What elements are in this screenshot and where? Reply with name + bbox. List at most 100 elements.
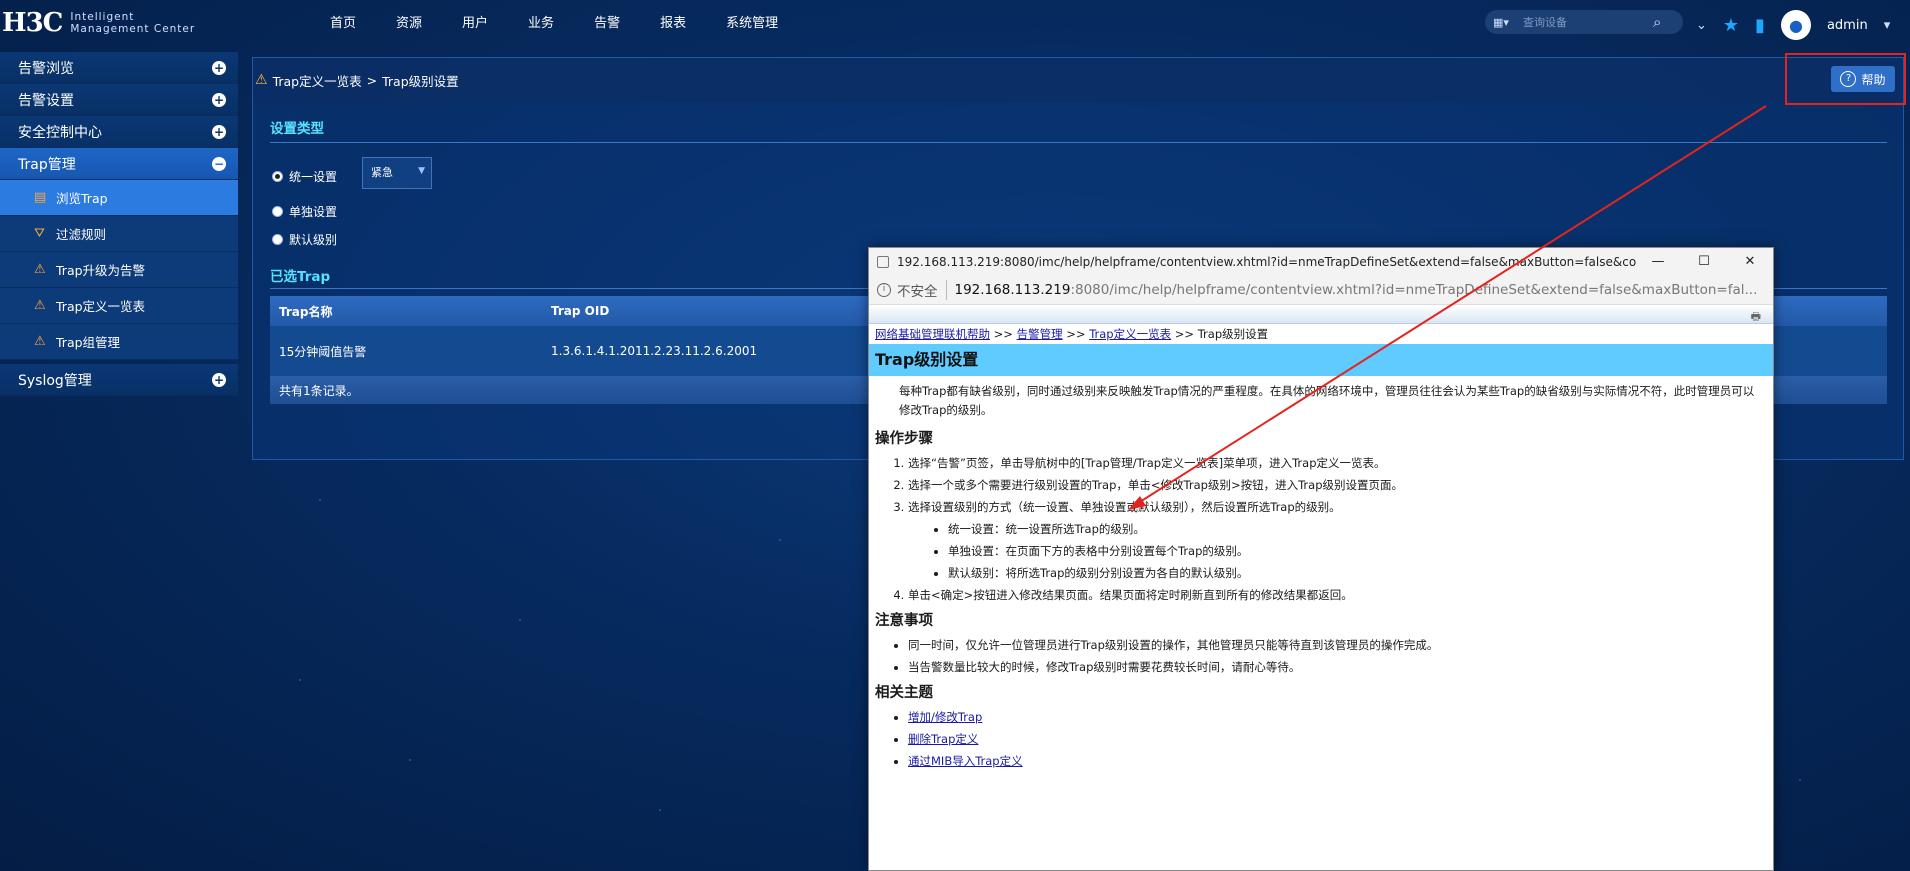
help-crumb-current: Trap级别设置 <box>1197 327 1269 341</box>
sidebar-item-browse-trap[interactable]: ▤ 浏览Trap <box>0 180 238 216</box>
nav-service[interactable]: 业务 <box>508 12 574 31</box>
sidebar-item-filter-rules[interactable]: ⛛ 过滤规则 <box>0 216 238 252</box>
expand-icon[interactable]: + <box>212 372 226 387</box>
selected-trap-title: 已选Trap <box>270 269 331 285</box>
sidebar-item-trap-definitions[interactable]: ⚠ Trap定义一览表 <box>0 288 238 324</box>
sidebar-group-label: 告警浏览 <box>18 60 74 77</box>
related-link[interactable]: 通过MIB导入Trap定义 <box>908 754 1023 768</box>
radio-individual[interactable]: 单独设置 <box>272 203 337 220</box>
help-crumb-link[interactable]: 网络基础管理联机帮助 <box>875 327 990 341</box>
warning-icon: ⚠ <box>255 72 268 88</box>
search-icon[interactable]: ⌕ <box>1653 13 1661 31</box>
user-name[interactable]: admin <box>1827 18 1868 33</box>
level-select[interactable]: 紧急 ▼ <box>362 157 432 189</box>
breadcrumb-sep: > <box>366 72 378 88</box>
sidebar-item-label: 过滤规则 <box>56 227 107 242</box>
url-host: 192.168.113.219 <box>954 281 1071 298</box>
address-bar[interactable]: i 不安全 192.168.113.219 :8080/imc/help/hel… <box>869 275 1773 305</box>
list-item: 通过MIB导入Trap定义 <box>908 750 1767 772</box>
related-list: 增加/修改Trap 删除Trap定义 通过MIB导入Trap定义 <box>875 706 1767 772</box>
sidebar-group-label: 告警设置 <box>18 92 74 109</box>
sub-steps-list: 统一设置：统一设置所选Trap的级别。 单独设置：在页面下方的表格中分别设置每个… <box>908 518 1767 584</box>
steps-heading: 操作步骤 <box>875 431 933 447</box>
list-item: 统一设置：统一设置所选Trap的级别。 <box>948 518 1767 540</box>
nav-alarm[interactable]: 告警 <box>574 12 640 31</box>
expand-icon[interactable]: + <box>212 92 226 107</box>
star-icon[interactable]: ★ <box>1723 15 1739 36</box>
sidebar-group-syslog[interactable]: Syslog管理 + <box>0 364 238 396</box>
list-item: 选择“告警”页签，单击导航树中的[Trap管理/Trap定义一览表]菜单项，进入… <box>908 452 1767 474</box>
user-menu-chevron-icon[interactable]: ▾ <box>1884 18 1891 33</box>
list-item: 当告警数量比较大的时候，修改Trap级别时需要花费较长时间，请耐心等待。 <box>908 656 1767 678</box>
trap-submenu: ▤ 浏览Trap ⛛ 过滤规则 ⚠ Trap升级为告警 ⚠ Trap定义一览表 … <box>0 180 238 360</box>
help-intro: 每种Trap都有缺省级别，同时通过级别来反映触发Trap情况的严重程度。在具体的… <box>899 384 1755 417</box>
radio-label: 默认级别 <box>289 233 338 247</box>
list-item: 同一时间，仅允许一位管理员进行Trap级别设置的操作，其他管理员只能等待直到该管… <box>908 634 1767 656</box>
settings-section-title: 设置类型 <box>270 121 324 137</box>
close-icon[interactable]: ✕ <box>1727 248 1773 275</box>
expand-icon[interactable]: + <box>212 60 226 75</box>
sidebar-item-label: Trap定义一览表 <box>56 299 146 314</box>
minimize-icon[interactable]: — <box>1635 248 1681 275</box>
popup-title-bar: 192.168.113.219:8080/imc/help/helpframe/… <box>869 248 1773 275</box>
column-header-name[interactable]: Trap名称 <box>270 303 551 320</box>
nav-resource[interactable]: 资源 <box>376 12 442 31</box>
chevron-down-icon: ▼ <box>418 166 425 176</box>
collapse-icon[interactable]: − <box>212 156 226 171</box>
nav-user[interactable]: 用户 <box>442 12 508 31</box>
help-breadcrumb: 网络基础管理联机帮助 >> 告警管理 >> Trap定义一览表 >> Trap级… <box>875 324 1767 344</box>
logo[interactable]: H3C Intelligent Management Center <box>2 8 195 38</box>
related-link[interactable]: 删除Trap定义 <box>908 732 978 746</box>
chevron-down-icon[interactable]: ⌄ <box>1696 18 1707 33</box>
sidebar-item-trap-upgrade[interactable]: ⚠ Trap升级为告警 <box>0 252 238 288</box>
divider <box>270 142 1887 143</box>
maximize-icon[interactable]: ☐ <box>1681 248 1727 275</box>
avatar[interactable]: ● <box>1780 10 1811 40</box>
crumb-sep: >> <box>993 327 1013 341</box>
sidebar-group-security-center[interactable]: 安全控制中心 + <box>0 116 238 148</box>
panel-header: ⚠ Trap定义一览表 > Trap级别设置 ? 帮助 <box>253 58 1903 102</box>
popup-title-text: 192.168.113.219:8080/imc/help/helpframe/… <box>897 254 1637 269</box>
sidebar-item-label: Trap升级为告警 <box>56 263 146 278</box>
radio-unified[interactable]: 统一设置 <box>272 168 337 185</box>
nav-report[interactable]: 报表 <box>640 12 706 31</box>
help-crumb-link[interactable]: Trap定义一览表 <box>1089 327 1171 341</box>
step-text: 选择设置级别的方式（统一设置、单独设置或默认级别），然后设置所选Trap的级别。 <box>908 500 1341 514</box>
level-select-value: 紧急 <box>371 166 393 179</box>
breadcrumb-current: Trap级别设置 <box>382 73 459 89</box>
insecure-label[interactable]: 不安全 <box>897 279 947 300</box>
device-type-icon[interactable]: ▦▾ <box>1493 16 1523 29</box>
popup-toolbar: 🖶 <box>869 305 1773 324</box>
sidebar-item-label: Trap组管理 <box>56 335 121 350</box>
nav-system[interactable]: 系统管理 <box>706 12 798 31</box>
logo-line1: Intelligent <box>70 11 135 23</box>
group-icon: ⚠ <box>34 334 46 349</box>
related-heading: 相关主题 <box>875 685 933 701</box>
help-crumb-link[interactable]: 告警管理 <box>1017 327 1063 341</box>
help-content: 网络基础管理联机帮助 >> 告警管理 >> Trap定义一览表 >> Trap级… <box>869 324 1773 772</box>
bookmark-icon[interactable]: ▮ <box>1755 15 1765 36</box>
annotation-highlight-box <box>1785 53 1906 105</box>
sidebar-group-trap[interactable]: Trap管理 − <box>0 148 238 180</box>
expand-icon[interactable]: + <box>212 124 226 139</box>
search-input[interactable] <box>1523 15 1653 29</box>
radio-dot[interactable] <box>272 234 283 245</box>
sidebar-group-alarm-settings[interactable]: 告警设置 + <box>0 84 238 116</box>
sidebar-group-alarm-browse[interactable]: 告警浏览 + <box>0 52 238 84</box>
related-link[interactable]: 增加/修改Trap <box>908 710 982 724</box>
breadcrumb: ⚠ Trap定义一览表 > Trap级别设置 <box>255 71 459 90</box>
top-icons: ⌄ ★ ▮ ● admin ▾ <box>1696 10 1890 40</box>
nav-home[interactable]: 首页 <box>310 12 376 31</box>
radio-default[interactable]: 默认级别 <box>272 231 337 248</box>
radio-dot[interactable] <box>272 206 283 217</box>
breadcrumb-parent[interactable]: Trap定义一览表 <box>273 71 362 90</box>
radio-dot[interactable] <box>272 171 283 182</box>
info-icon[interactable]: i <box>877 282 891 297</box>
notes-heading: 注意事项 <box>875 613 933 629</box>
sidebar-group-label: Syslog管理 <box>18 372 92 389</box>
list-item: 选择一个或多个需要进行级别设置的Trap，单击<修改Trap级别>按钮，进入Tr… <box>908 474 1767 496</box>
sidebar-item-trap-groups[interactable]: ⚠ Trap组管理 <box>0 324 238 360</box>
sidebar-item-label: 浏览Trap <box>56 191 108 206</box>
crumb-sep: >> <box>1066 327 1086 341</box>
print-icon[interactable]: 🖶 <box>1751 308 1761 327</box>
